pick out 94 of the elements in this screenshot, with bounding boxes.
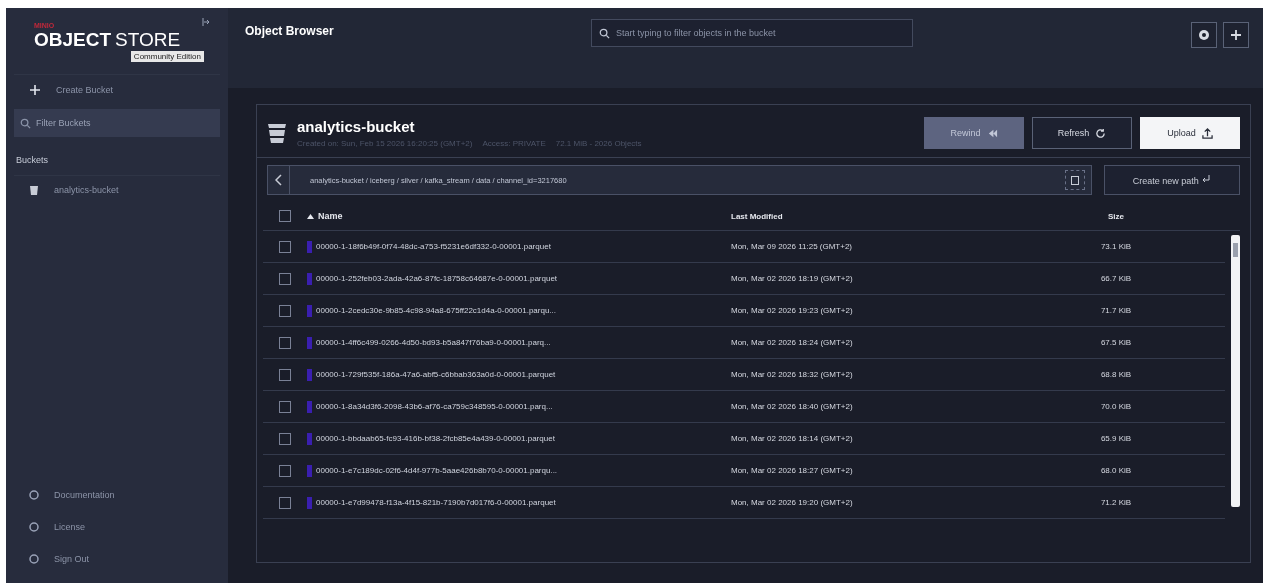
file-size: 68.0 KiB <box>1099 466 1133 475</box>
table-row[interactable]: 00000-1-bbdaab65-fc93-416b-bf38-2fcb85e4a439-0-00001.parquet Mon, Mar 02 2026 18:14 (GMT+2) 65.9 KiB <box>263 423 1225 455</box>
row-checkbox[interactable] <box>279 432 291 445</box>
file-name: 00000-1-4ff6c499-0266-4d50-bd93-b5a847f76ba9-0-00001.parq... <box>316 338 551 347</box>
create-path-button[interactable]: Create new path <box>1104 165 1240 195</box>
circle-icon <box>28 553 40 565</box>
file-size: 71.7 KiB <box>1099 306 1133 315</box>
table-row[interactable]: 00000-1-2cedc30e-9b85-4c98-94a8-675ff22c1d4a-0-00001.parqu... Mon, Mar 02 2026 19:23 (GMT+2) 71.7 KiB <box>263 295 1225 327</box>
column-header[interactable]: Name <box>318 211 343 221</box>
scrollbar[interactable] <box>1231 235 1240 507</box>
edition-badge: Community Edition <box>130 51 204 62</box>
chevron-left-icon <box>274 174 283 186</box>
modified-date: Mon, Mar 02 2026 18:40 (GMT+2) <box>731 402 854 411</box>
search-field[interactable]: Start typing to filter objects in the bucket <box>591 19 913 47</box>
modified-date: Mon, Mar 09 2026 11:25 (GMT+2) <box>731 242 854 251</box>
file-size: 65.9 KiB <box>1099 434 1133 443</box>
sort-arrow-icon <box>307 213 314 219</box>
section-heading: Buckets <box>14 141 220 176</box>
file-name: 00000-1-bbdaab65-fc93-416b-bf38-2fcb85e4a439-0-00001.parquet <box>316 434 555 443</box>
plus-icon <box>28 83 42 97</box>
file-size: 71.2 KiB <box>1099 498 1133 507</box>
table-row[interactable]: 00000-1-e7d99478-f13a-4f15-821b-7190b7d017f6-0-00001.parquet Mon, Mar 02 2026 19:20 (GMT+2) 71.2 KiB <box>263 487 1225 519</box>
column-header[interactable]: Last Modified <box>731 211 1061 221</box>
refresh-button[interactable]: Refresh <box>1032 117 1132 149</box>
file-size: 67.5 KiB <box>1099 338 1133 347</box>
file-icon <box>307 336 312 349</box>
add-button[interactable] <box>1223 22 1249 48</box>
row-checkbox[interactable] <box>279 304 291 317</box>
collapse-icon[interactable] <box>202 18 210 26</box>
row-checkbox[interactable] <box>279 240 291 253</box>
file-name: 00000-1-e7c189dc-02f6-4d4f-977b-5aae426b8b70-0-00001.parqu... <box>316 466 558 475</box>
file-size: 70.0 KiB <box>1099 402 1133 411</box>
file-name: 00000-1-8a34d3f6-2098-43b6-af76-ca759c348595-0-00001.parq... <box>316 402 553 411</box>
bucket-icon <box>28 184 40 196</box>
file-icon <box>307 400 312 413</box>
refresh-icon <box>1095 127 1107 139</box>
bucket-name: analytics-bucket <box>297 118 416 135</box>
upload-icon <box>1201 127 1213 139</box>
row-checkbox[interactable] <box>279 272 291 285</box>
file-size: 73.1 KiB <box>1099 242 1133 251</box>
create-bucket-button[interactable]: Create Bucket <box>14 75 220 105</box>
page-title: Object Browser <box>245 24 335 38</box>
row-checkbox[interactable] <box>279 496 291 509</box>
circle-icon <box>28 521 40 533</box>
file-icon <box>307 464 312 477</box>
product-name-light: STORE <box>115 29 181 50</box>
file-icon <box>307 432 312 445</box>
file-icon <box>307 240 312 253</box>
file-name: 00000-1-e7d99478-f13a-4f15-821b-7190b7d017f6-0-00001.parquet <box>316 498 556 507</box>
select-all-checkbox[interactable] <box>279 210 291 222</box>
rewind-icon <box>986 127 998 139</box>
file-size: 66.7 KiB <box>1099 274 1133 283</box>
file-name: 00000-1-729f535f-186a-47a6-abf5-c6bbab363a0d-0-00001.parquet <box>316 370 556 379</box>
arrow-icon <box>1201 174 1212 184</box>
bucket-item[interactable]: analytics-bucket <box>14 176 220 204</box>
file-icon <box>307 304 312 317</box>
row-checkbox[interactable] <box>279 400 291 413</box>
sidebar-link[interactable]: License <box>14 513 220 541</box>
modified-date: Mon, Mar 02 2026 18:32 (GMT+2) <box>731 370 854 379</box>
modified-date: Mon, Mar 02 2026 18:27 (GMT+2) <box>731 466 854 475</box>
table-row[interactable]: 00000-1-8a34d3f6-2098-43b6-af76-ca759c348595-0-00001.parq... Mon, Mar 02 2026 18:40 (GMT+2) 70.0 KiB <box>263 391 1225 423</box>
circle-icon <box>28 489 40 501</box>
modified-date: Mon, Mar 02 2026 18:14 (GMT+2) <box>731 434 854 443</box>
row-checkbox[interactable] <box>279 368 291 381</box>
file-size: 68.8 KiB <box>1099 370 1133 379</box>
table-row[interactable]: 00000-1-4ff6c499-0266-4d50-bd93-b5a847f76ba9-0-00001.parq... Mon, Mar 02 2026 18:24 (GMT+2) 67.5 KiB <box>263 327 1225 359</box>
table-row[interactable]: 00000-1-18f6b49f-0f74-48dc-a753-f5231e6df332-0-00001.parquet Mon, Mar 09 2026 11:25 (GMT+2) 73.1 KiB <box>263 231 1225 263</box>
sidebar-link[interactable]: Sign Out <box>14 545 220 573</box>
modified-date: Mon, Mar 02 2026 19:23 (GMT+2) <box>731 306 854 315</box>
help-button[interactable] <box>1191 22 1217 48</box>
row-checkbox[interactable] <box>279 464 291 477</box>
copy-button[interactable] <box>1065 170 1085 190</box>
filter-buckets-field[interactable]: Filter Buckets <box>14 109 220 137</box>
plus-icon <box>1230 29 1242 41</box>
table-row[interactable]: 00000-1-e7c189dc-02f6-4d4f-977b-5aae426b8b70-0-00001.parqu... Mon, Mar 02 2026 18:27 (GMT+2) 68.0 KiB <box>263 455 1225 487</box>
copy-icon <box>1070 174 1080 186</box>
row-checkbox[interactable] <box>279 336 291 349</box>
sidebar-link[interactable]: Documentation <box>14 481 220 509</box>
file-name: 00000-1-252feb03-2ada-42a6-87fc-18758c64687e-0-00001.parquet <box>316 274 558 283</box>
file-icon <box>307 272 312 285</box>
file-icon <box>307 496 312 509</box>
file-name: 00000-1-18f6b49f-0f74-48dc-a753-f5231e6df332-0-00001.parquet <box>316 242 551 251</box>
upload-button[interactable]: Upload <box>1140 117 1240 149</box>
bucket-icon <box>267 122 287 144</box>
modified-date: Mon, Mar 02 2026 18:24 (GMT+2) <box>731 338 854 347</box>
table-row[interactable]: 00000-1-252feb03-2ada-42a6-87fc-18758c64687e-0-00001.parquet Mon, Mar 02 2026 18:19 (GMT+2) 66.7 KiB <box>263 263 1225 295</box>
help-icon <box>1198 29 1210 41</box>
product-name-bold: OBJECT <box>34 29 112 50</box>
file-icon <box>307 368 312 381</box>
file-name: 00000-1-2cedc30e-9b85-4c98-94a8-675ff22c1d4a-0-00001.parqu... <box>316 306 557 315</box>
column-header[interactable]: Size <box>1061 211 1171 221</box>
modified-date: Mon, Mar 02 2026 18:19 (GMT+2) <box>731 274 854 283</box>
table-row[interactable]: 00000-1-729f535f-186a-47a6-abf5-c6bbab363a0d-0-00001.parquet Mon, Mar 02 2026 18:32 (GMT+2) 68.8 KiB <box>263 359 1225 391</box>
modified-date: Mon, Mar 02 2026 19:20 (GMT+2) <box>731 498 854 507</box>
